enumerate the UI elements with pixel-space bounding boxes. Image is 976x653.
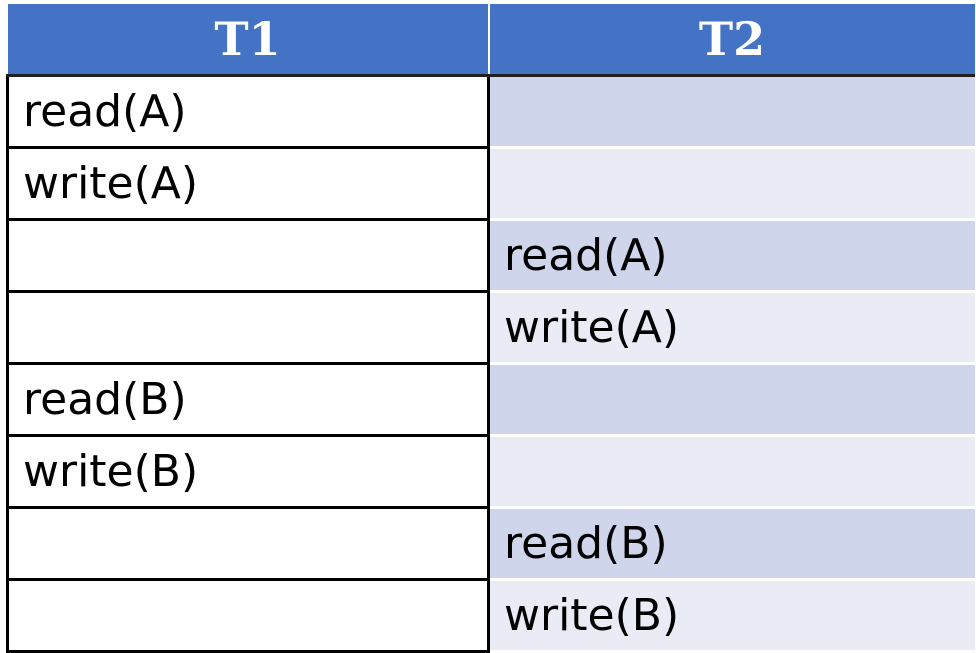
t2-cell-highlighted: read(A) (488, 219, 975, 293)
header-row: T1 T2 (7, 4, 975, 77)
table-row: read(A) (6, 219, 975, 293)
header-t1: T1 (7, 4, 490, 77)
schedule-table: T1 T2 read(A) write(A) read(A) write(A) … (6, 4, 975, 653)
t2-cell (488, 147, 975, 221)
t1-cell: read(A) (6, 75, 490, 149)
t2-cell: write(B) (488, 579, 975, 653)
t1-cell (6, 579, 490, 653)
t2-cell: write(A) (488, 291, 975, 365)
table-row: read(B) (6, 507, 975, 581)
t1-cell (6, 219, 490, 293)
t1-cell (6, 507, 490, 581)
table-row: read(B) (6, 363, 975, 437)
header-t2: T2 (488, 4, 975, 77)
table-row: write(B) (6, 435, 975, 509)
t2-cell (488, 75, 975, 149)
table-row: write(A) (6, 147, 975, 221)
table-row: write(B) (6, 579, 975, 653)
table-row: read(A) (6, 75, 975, 149)
t2-cell (488, 435, 975, 509)
t1-cell: read(B) (6, 363, 490, 437)
t1-cell (6, 291, 490, 365)
t1-cell: write(B) (6, 435, 490, 509)
table-row: write(A) (6, 291, 975, 365)
t2-cell: read(B) (488, 507, 975, 581)
t1-cell-highlighted: write(A) (6, 147, 490, 221)
t2-cell (488, 363, 975, 437)
